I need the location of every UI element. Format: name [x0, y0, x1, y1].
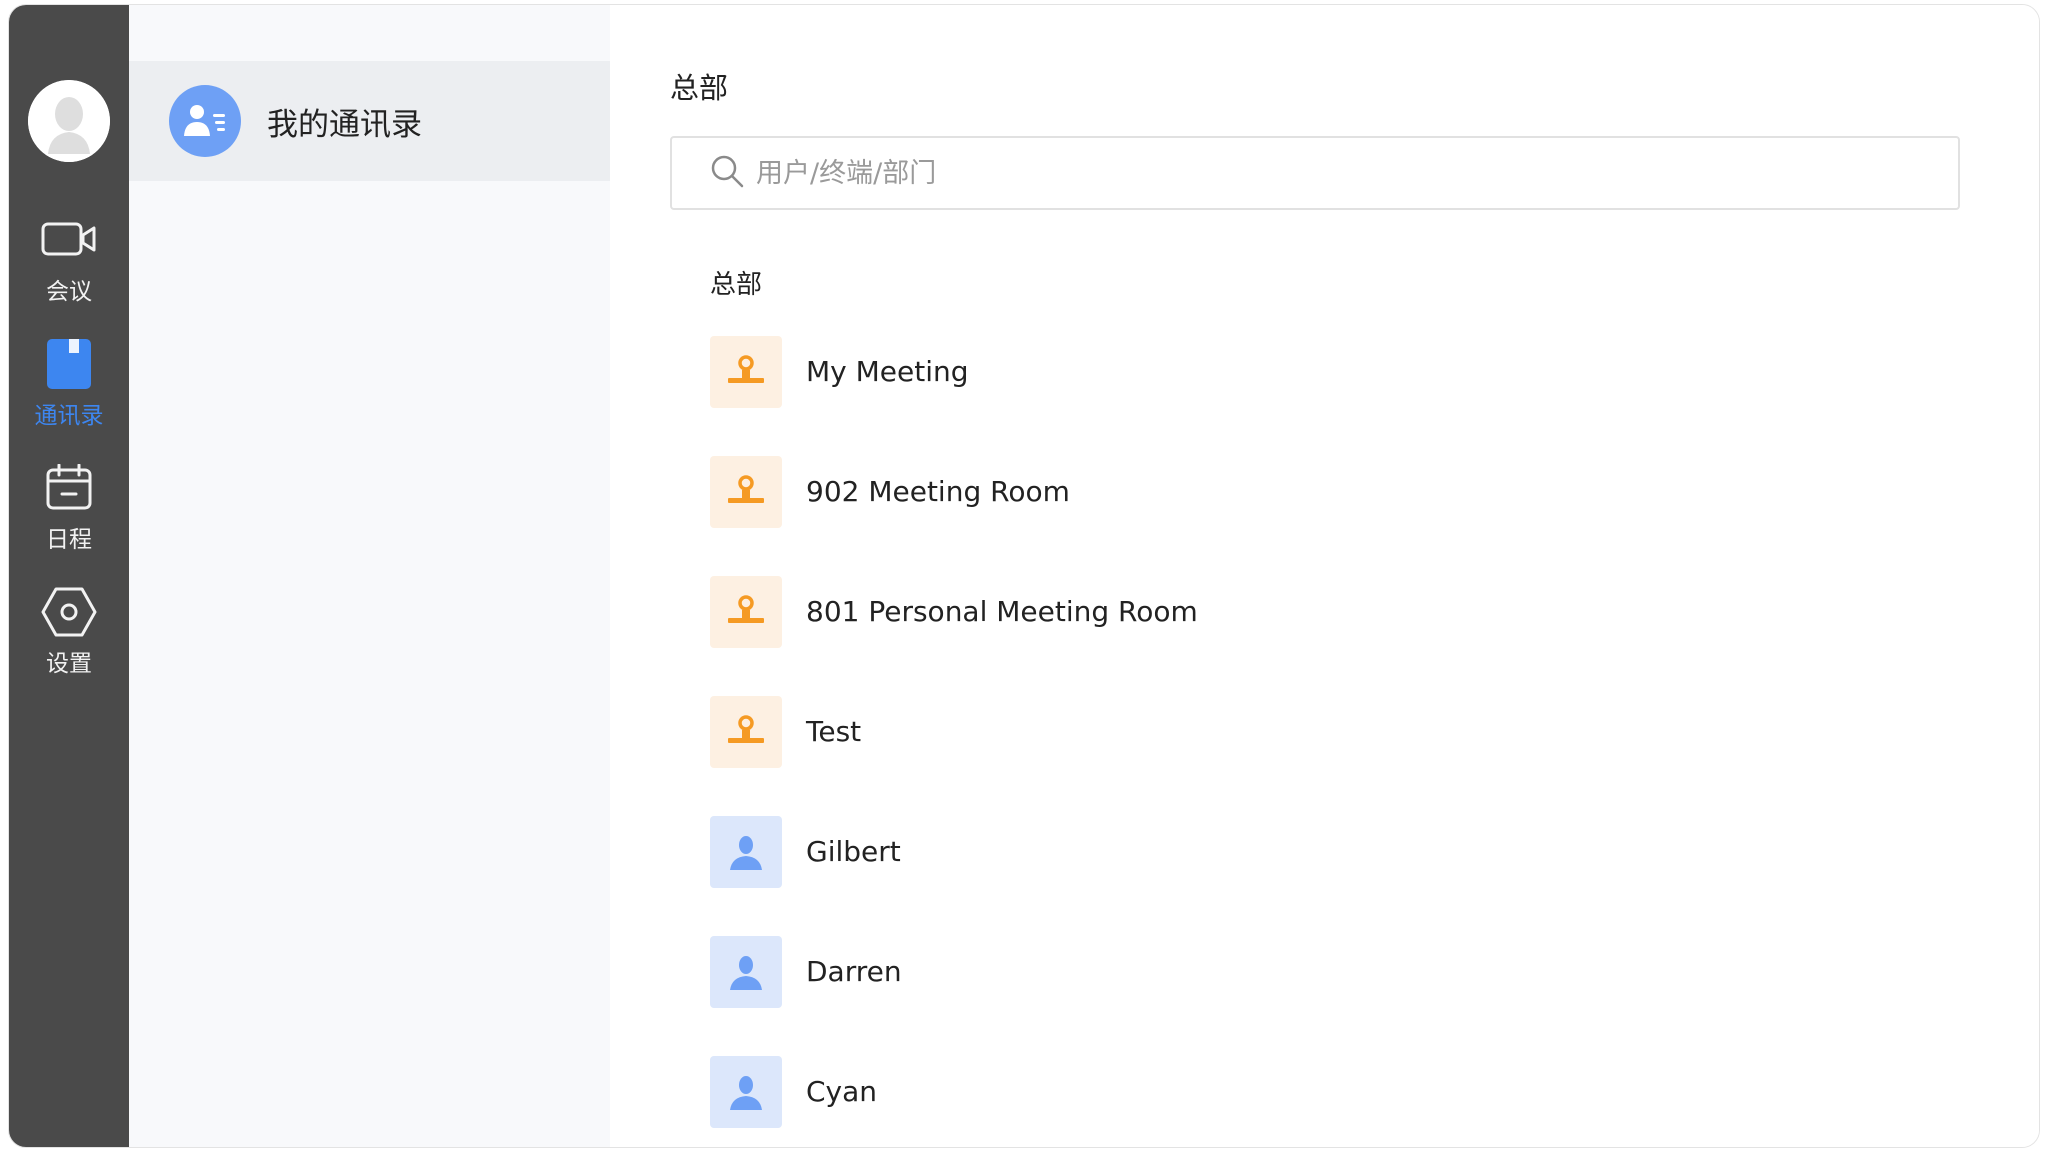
list-item[interactable]: My Meeting: [710, 336, 2010, 456]
meeting-room-icon: [710, 336, 782, 408]
contact-name: Test: [806, 715, 862, 748]
main-content: 总部 总部 My Meeting: [610, 5, 2039, 1147]
my-contacts-item[interactable]: 我的通讯录: [129, 61, 610, 181]
contacts-book-icon: [39, 334, 99, 394]
contact-name: Darren: [806, 955, 902, 988]
list-item[interactable]: 801 Personal Meeting Room: [710, 576, 2010, 696]
search-box[interactable]: [670, 136, 1960, 210]
list-item[interactable]: Darren: [710, 936, 2010, 1056]
contact-list: My Meeting 902 Meeting Room 801 Personal…: [710, 336, 2010, 1147]
page-title: 总部: [670, 71, 729, 105]
nav-rail: 会议 通讯录 日程 设置: [9, 5, 129, 1147]
list-item[interactable]: Cyan: [710, 1056, 2010, 1147]
contact-name: Cyan: [806, 1075, 878, 1108]
search-input[interactable]: [756, 157, 1856, 189]
nav-item-contacts[interactable]: 通讯录: [9, 334, 129, 430]
video-camera-icon: [39, 210, 99, 270]
avatar[interactable]: [28, 80, 110, 162]
app-window: 会议 通讯录 日程 设置 我的通讯录 总部 用户/终端/部门 总部 My Mee…: [8, 4, 2040, 1148]
nav-item-label: 通讯录: [34, 403, 104, 429]
user-icon: [710, 936, 782, 1008]
nav-item-schedule[interactable]: 日程: [9, 458, 129, 554]
meeting-room-icon: [710, 456, 782, 528]
department-label: 总部: [710, 270, 763, 300]
contact-name: 902 Meeting Room: [806, 475, 1070, 508]
nav-item-label: 日程: [46, 527, 92, 553]
contact-name: 801 Personal Meeting Room: [806, 595, 1198, 628]
contact-name: My Meeting: [806, 355, 969, 388]
list-item[interactable]: Test: [710, 696, 2010, 816]
settings-hexagon-icon: [39, 582, 99, 642]
list-item[interactable]: 902 Meeting Room: [710, 456, 2010, 576]
my-contacts-label: 我的通讯录: [267, 106, 422, 143]
contact-card-icon: [169, 85, 241, 157]
calendar-icon: [39, 458, 99, 518]
user-icon: [710, 816, 782, 888]
nav-item-label: 设置: [46, 651, 92, 677]
avatar-silhouette-icon: [28, 80, 110, 162]
contacts-sidebar: 我的通讯录: [129, 5, 610, 1147]
search-icon: [710, 154, 744, 192]
user-icon: [710, 1056, 782, 1128]
contact-name: Gilbert: [806, 835, 901, 868]
nav-item-settings[interactable]: 设置: [9, 582, 129, 678]
nav-item-label: 会议: [46, 279, 92, 305]
list-item[interactable]: Gilbert: [710, 816, 2010, 936]
meeting-room-icon: [710, 576, 782, 648]
nav-item-meeting[interactable]: 会议: [9, 210, 129, 306]
meeting-room-icon: [710, 696, 782, 768]
